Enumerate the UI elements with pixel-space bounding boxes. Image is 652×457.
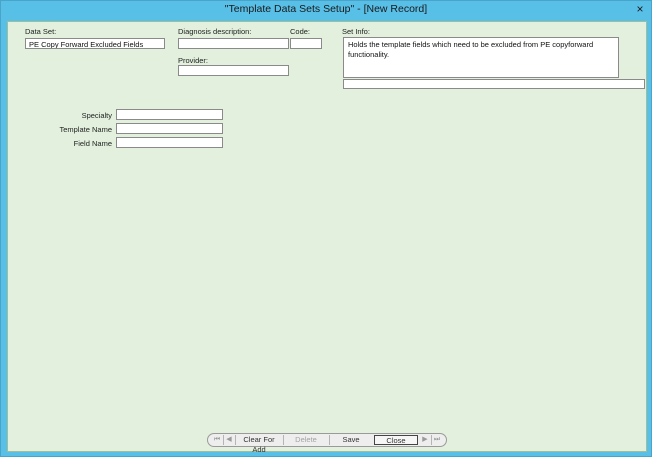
provider-label: Provider: [178,56,209,65]
close-button[interactable]: Close [374,435,418,445]
diagnosis-description-field[interactable] [178,38,289,49]
specialty-field[interactable] [116,109,223,120]
save-button[interactable]: Save [330,435,372,445]
field-name-label: Field Name [73,139,112,148]
next-record-icon[interactable]: ▶ [420,435,430,445]
set-info-textarea[interactable]: Holds the template fields which need to … [343,37,619,78]
specialty-label: Specialty [81,111,112,120]
set-info-label: Set Info: [342,27,370,36]
first-record-icon[interactable]: ⏮ [212,435,222,445]
template-name-label: Template Name [59,125,112,134]
app-window: "Template Data Sets Setup" - [New Record… [0,0,652,457]
set-info-secondary-field[interactable] [343,79,645,89]
window-title: "Template Data Sets Setup" - [New Record… [224,3,428,15]
data-set-field[interactable]: PE Copy Forward Excluded Fields [25,38,165,49]
clear-for-add-button[interactable]: Clear For Add [236,435,282,454]
previous-record-icon[interactable]: ◀ [224,435,234,445]
code-field[interactable] [290,38,322,49]
template-name-field[interactable] [116,123,223,134]
diagnosis-description-label: Diagnosis description: [178,27,252,36]
close-window-icon[interactable]: × [633,2,647,16]
form-area: Data Set: PE Copy Forward Excluded Field… [7,21,647,454]
record-navigator: ⏮ ◀ Clear For Add Delete Save Close ▶ ⏭ [207,433,447,454]
code-label: Code: [290,27,311,36]
last-record-icon[interactable]: ⏭ [432,435,442,445]
data-set-label: Data Set: [25,27,57,36]
provider-field[interactable] [178,65,289,76]
title-bar[interactable]: "Template Data Sets Setup" - [New Record… [1,1,651,20]
field-name-field[interactable] [116,137,223,148]
delete-button[interactable]: Delete [284,435,328,445]
